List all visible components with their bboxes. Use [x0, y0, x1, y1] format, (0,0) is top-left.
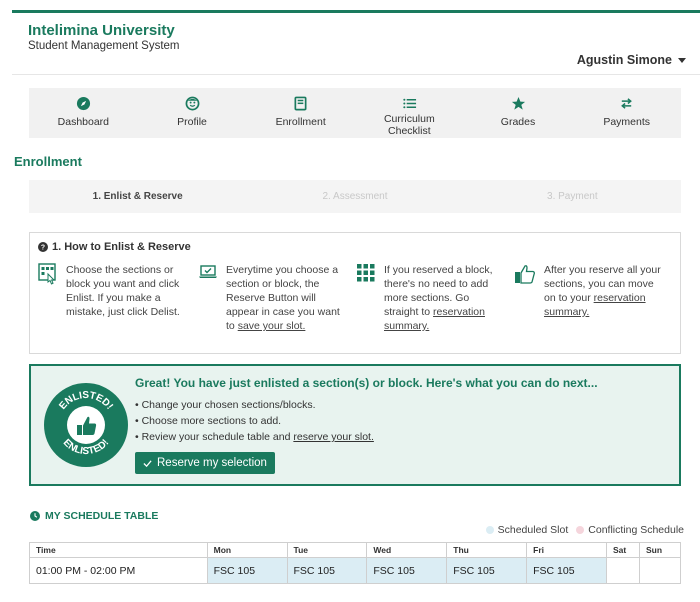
nav-profile[interactable]: Profile — [138, 88, 247, 138]
schedule-table: Time Mon Tue Wed Thu Fri Sat Sun 01:00 P… — [29, 542, 682, 584]
app-header: Intelimina University Student Management… — [12, 13, 700, 75]
nav-enrollment[interactable]: Enrollment — [246, 88, 355, 138]
schedule-title-text: MY SCHEDULE TABLE — [45, 510, 159, 522]
step-payment: 3. Payment — [547, 191, 598, 202]
page-title: Enrollment — [14, 154, 82, 169]
question-circle-icon: ? — [38, 242, 48, 252]
howto-title: ? 1. How to Enlist & Reserve — [38, 241, 191, 253]
check-icon — [143, 459, 152, 467]
schedule-title: MY SCHEDULE TABLE — [30, 510, 158, 522]
reserve-selection-label: Reserve my selection — [157, 457, 267, 469]
reserve-slot-link[interactable]: reserve your slot. — [293, 431, 374, 443]
nav-grades[interactable]: Grades — [464, 88, 573, 138]
next-step-change: • Change your chosen sections/blocks. — [135, 399, 316, 411]
empty-slot — [606, 557, 640, 584]
howto-step-reserve: Everytime you choose a section or block,… — [198, 263, 348, 333]
empty-slot — [638, 557, 682, 584]
schedule-slot: FSC 105 — [206, 557, 288, 584]
nav-dashboard-label: Dashboard — [57, 116, 110, 128]
conflicting-dot-icon — [576, 526, 585, 534]
user-name: Agustin Simone — [576, 53, 672, 67]
star-icon — [511, 96, 525, 110]
compass-icon — [76, 96, 90, 111]
next-step-review: • Review your schedule table and reserve… — [135, 429, 374, 445]
schedule-slot: FSC 105 — [446, 557, 528, 584]
nav-grades-label: Grades — [500, 116, 536, 128]
nav-dashboard[interactable]: Dashboard — [29, 88, 138, 138]
time-cell: 01:00 PM - 02:00 PM — [29, 557, 208, 584]
next-step-review-text: • Review your schedule table and — [135, 431, 294, 443]
system-name: Student Management System — [28, 40, 180, 52]
nav-payments[interactable]: Payments — [572, 88, 681, 138]
howto-step-reserve-text: Everytime you choose a section or block,… — [226, 263, 348, 333]
howto-step-choose: Choose the sections or block you want an… — [38, 263, 188, 319]
save-slot-link[interactable]: save your slot. — [238, 320, 306, 332]
list-icon — [403, 98, 416, 109]
book-icon — [294, 96, 307, 111]
clock-icon — [30, 511, 40, 521]
grid-icon — [357, 264, 375, 282]
column-header: Mon — [206, 542, 288, 558]
enlisted-badge-icon: ENLISTED! ENLISTED! — [44, 383, 128, 467]
howto-title-text: 1. How to Enlist & Reserve — [52, 241, 191, 253]
caret-down-icon — [678, 57, 686, 63]
enrollment-steps: 1. Enlist & Reserve 2. Assessment 3. Pay… — [29, 180, 681, 213]
column-header: Fri — [526, 542, 608, 558]
column-header: Thu — [446, 542, 528, 558]
nav-payments-label: Payments — [603, 116, 651, 128]
schedule-slot: FSC 105 — [286, 557, 368, 584]
howto-step-choose-text: Choose the sections or block you want an… — [66, 264, 180, 318]
smiley-icon — [185, 96, 199, 111]
column-header: Sat — [606, 542, 640, 558]
schedule-slot: FSC 105 — [526, 557, 608, 584]
column-header: Sun — [638, 542, 682, 558]
howto-step-block-text: If you reserved a block, there's no need… — [384, 263, 506, 333]
thumbs-up-icon — [515, 265, 535, 284]
laptop-check-icon — [199, 265, 217, 278]
enlisted-panel: ENLISTED! ENLISTED! Great! You have just… — [29, 364, 681, 486]
step-assessment: 2. Assessment — [322, 191, 388, 202]
scheduled-dot-icon — [485, 526, 494, 534]
exchange-icon — [621, 98, 633, 109]
legend-conflicting: Conflicting Schedule — [588, 524, 684, 536]
step-enlist-reserve[interactable]: 1. Enlist & Reserve — [29, 180, 246, 213]
user-menu[interactable]: Agustin Simone — [577, 53, 686, 67]
column-header: Wed — [366, 542, 448, 558]
howto-panel: ? 1. How to Enlist & Reserve Choose the … — [29, 232, 681, 354]
main-nav: Dashboard Profile Enrollment Curriculum … — [29, 88, 681, 138]
column-header: Tue — [286, 542, 368, 558]
next-steps-list: • Change your chosen sections/blocks. • … — [135, 397, 374, 445]
next-step-add: • Choose more sections to add. — [135, 415, 282, 427]
schedule-legend: Scheduled Slot Conflicting Schedule — [485, 524, 684, 536]
university-name: Intelimina University — [28, 22, 175, 39]
calendar-click-icon — [38, 263, 56, 285]
schedule-slot: FSC 105 — [366, 557, 448, 584]
enlisted-headline: Great! You have just enlisted a section(… — [135, 376, 598, 390]
reserve-selection-button[interactable]: Reserve my selection — [135, 452, 275, 474]
nav-enrollment-label: Enrollment — [275, 116, 326, 128]
howto-step-done-text: After you reserve all your sections, you… — [544, 263, 664, 319]
svg-text:?: ? — [41, 245, 45, 252]
howto-step-done: After you reserve all your sections, you… — [514, 263, 664, 319]
table-row: 01:00 PM - 02:00 PM FSC 105 FSC 105 FSC … — [29, 557, 682, 584]
nav-profile-label: Profile — [177, 116, 207, 128]
legend-scheduled: Scheduled Slot — [497, 524, 569, 536]
howto-step-block: If you reserved a block, there's no need… — [356, 263, 506, 333]
nav-curriculum-checklist[interactable]: Curriculum Checklist — [355, 88, 464, 138]
nav-curriculum-label: Curriculum Checklist — [383, 113, 435, 137]
schedule-header-row: Time Mon Tue Wed Thu Fri Sat Sun — [29, 542, 682, 558]
column-header: Time — [29, 542, 208, 558]
